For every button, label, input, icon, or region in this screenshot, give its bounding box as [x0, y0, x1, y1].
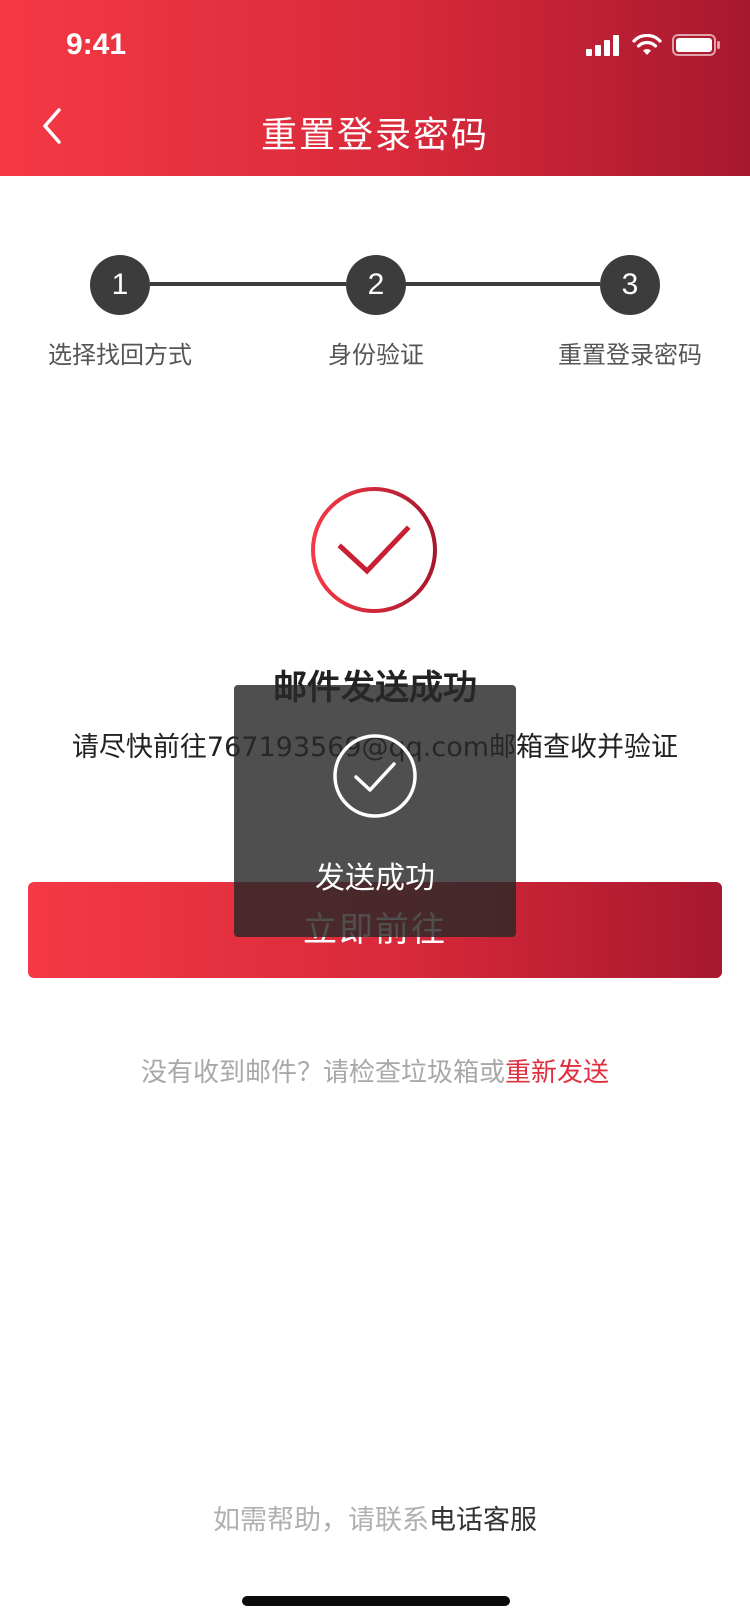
header: 9:41 重置登录密码 [0, 0, 750, 176]
resend-hint: 没有收到邮件？请检查垃圾箱或重新发送 [0, 1052, 750, 1089]
toast: 发送成功 [234, 685, 516, 937]
status-icons [586, 32, 722, 62]
status-time: 9:41 [66, 28, 127, 61]
toast-message: 发送成功 [315, 861, 435, 896]
step-3-circle: 3 [600, 255, 660, 315]
signal-icon [586, 34, 622, 60]
step-3-label: 重置登录密码 [558, 341, 702, 369]
check-circle-icon [309, 485, 439, 615]
wifi-icon [632, 33, 662, 60]
battery-icon [672, 33, 722, 61]
step-2-circle: 2 [346, 255, 406, 315]
check-circle-icon [332, 733, 418, 819]
resend-link[interactable]: 重新发送 [505, 1058, 609, 1088]
phone-support-link[interactable]: 电话客服 [429, 1505, 537, 1536]
step-connector-1 [150, 282, 346, 286]
step-connector-2 [404, 282, 600, 286]
home-indicator[interactable] [242, 1596, 510, 1606]
resend-hint-text: 没有收到邮件？请检查垃圾箱或 [140, 1058, 505, 1088]
page-title: 重置登录密码 [260, 115, 489, 156]
help-line: 如需帮助，请联系电话客服 [0, 1498, 750, 1537]
help-text: 如需帮助，请联系 [213, 1505, 429, 1536]
step-2-label: 身份验证 [328, 341, 424, 369]
screen: 9:41 重置登录密码 1 2 3 选择找回方式 身份验证 重置登录密码 没有收… [0, 0, 750, 1624]
step-1-circle: 1 [90, 255, 150, 315]
step-1-label: 选择找回方式 [48, 341, 192, 369]
